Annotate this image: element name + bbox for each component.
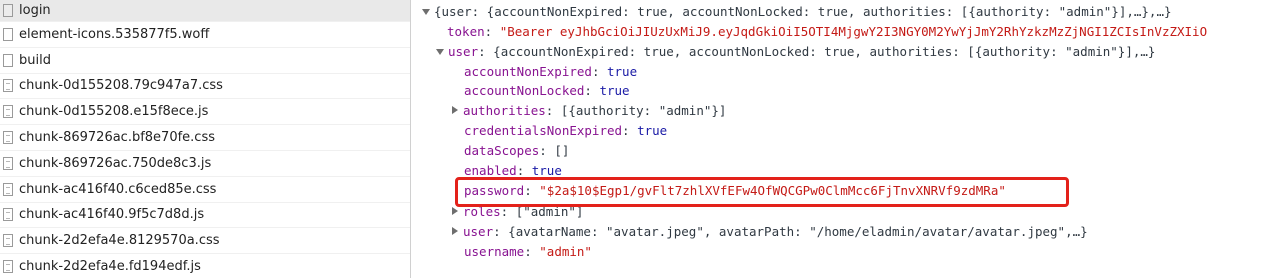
doc-icon (3, 131, 13, 145)
request-row[interactable]: chunk-869726ac.750de8c3.js (0, 151, 410, 177)
network-request-list: login element-icons.535877f5.woff build … (0, 0, 411, 278)
password-highlight-box (455, 177, 1069, 207)
expand-right-icon[interactable] (452, 106, 458, 114)
request-row[interactable]: chunk-869726ac.bf8e70fe.css (0, 125, 410, 151)
request-row[interactable]: chunk-2d2efa4e.8129570a.css (0, 228, 410, 255)
doc-icon (3, 234, 13, 248)
response-preview-tree: {user: {accountNonExpired: true, account… (411, 0, 1283, 278)
user-summary: {accountNonExpired: true, accountNonLock… (493, 44, 1156, 59)
prop-value: true (607, 64, 638, 79)
tree-row-username: username: "admin" (464, 244, 592, 259)
prop-key: credentialsNonExpired (464, 123, 623, 138)
doc-icon (3, 53, 13, 67)
tree-row-user[interactable]: user: {accountNonExpired: true, accountN… (436, 42, 1155, 62)
user-key: user (448, 44, 479, 59)
doc-icon (3, 105, 13, 119)
token-value: "Bearer eyJhbGciOiJIUzUxMiJ9.eyJqdGkiOiI… (499, 24, 1208, 39)
expand-down-icon[interactable] (422, 9, 430, 15)
root-summary: {user: {accountNonExpired: true, account… (434, 4, 1172, 19)
prop-value: true (599, 83, 630, 98)
doc-icon (3, 27, 13, 41)
request-name: chunk-869726ac.bf8e70fe.css (19, 130, 215, 146)
prop-key: accountNonExpired (464, 64, 592, 79)
prop-key: accountNonLocked (464, 83, 585, 98)
tree-row-account-non-locked: accountNonLocked: true (464, 83, 630, 98)
request-row-login[interactable]: login (0, 0, 410, 22)
prop-key: dataScopes (464, 143, 540, 158)
request-name: chunk-0d155208.79c947a7.css (19, 78, 223, 94)
request-row[interactable]: chunk-0d155208.e15f8ece.js (0, 99, 410, 126)
prop-key: enabled (464, 163, 517, 178)
request-name: element-icons.535877f5.woff (19, 26, 210, 42)
expand-right-icon[interactable] (452, 227, 458, 235)
tree-root[interactable]: {user: {accountNonExpired: true, account… (422, 2, 1172, 22)
request-name: chunk-0d155208.e15f8ece.js (19, 104, 209, 120)
tree-row-token: token: "Bearer eyJhbGciOiJIUzUxMiJ9.eyJq… (447, 24, 1208, 39)
request-row[interactable]: chunk-ac416f40.9f5c7d8d.js (0, 203, 410, 229)
doc-icon (3, 208, 13, 222)
prop-key: username (464, 244, 525, 259)
tree-row-nested-user[interactable]: user: {avatarName: "avatar.jpeg", avatar… (451, 222, 1088, 242)
request-row[interactable]: chunk-0d155208.79c947a7.css (0, 74, 410, 100)
doc-icon (3, 79, 13, 93)
request-row[interactable]: chunk-2d2efa4e.fd194edf.js (0, 254, 410, 278)
prop-value: true (637, 123, 668, 138)
tree-row-data-scopes: dataScopes: [] (464, 143, 570, 158)
doc-icon (3, 182, 13, 196)
tree-row-credentials-non-expired: credentialsNonExpired: true (464, 123, 668, 138)
prop-value: true (531, 163, 562, 178)
request-row[interactable]: chunk-ac416f40.c6ced85e.css (0, 177, 410, 203)
expand-right-icon[interactable] (452, 207, 458, 215)
request-name: chunk-869726ac.750de8c3.js (19, 155, 212, 171)
prop-key: user (463, 224, 494, 239)
token-key: token (447, 24, 485, 39)
prop-value: {avatarName: "avatar.jpeg", avatarPath: … (508, 224, 1088, 239)
request-name: chunk-ac416f40.c6ced85e.css (19, 181, 217, 197)
tree-row-account-non-expired: accountNonExpired: true (464, 64, 638, 79)
request-row[interactable]: element-icons.535877f5.woff (0, 22, 410, 48)
request-name: chunk-2d2efa4e.8129570a.css (19, 233, 220, 249)
tree-row-authorities[interactable]: authorities: [{authority: "admin"}] (451, 101, 726, 121)
expand-down-icon[interactable] (436, 49, 444, 55)
request-name: login (19, 3, 51, 18)
request-name: build (19, 52, 51, 68)
request-name: chunk-ac416f40.9f5c7d8d.js (19, 207, 205, 223)
prop-key: authorities (463, 103, 546, 118)
prop-value: [] (554, 143, 570, 158)
request-name: chunk-2d2efa4e.fd194edf.js (19, 259, 201, 275)
prop-value: [{authority: "admin"}] (560, 103, 727, 118)
doc-icon (3, 4, 13, 17)
prop-value: "admin" (539, 244, 592, 259)
doc-icon (3, 156, 13, 170)
request-row[interactable]: build (0, 48, 410, 74)
doc-icon (3, 260, 13, 274)
